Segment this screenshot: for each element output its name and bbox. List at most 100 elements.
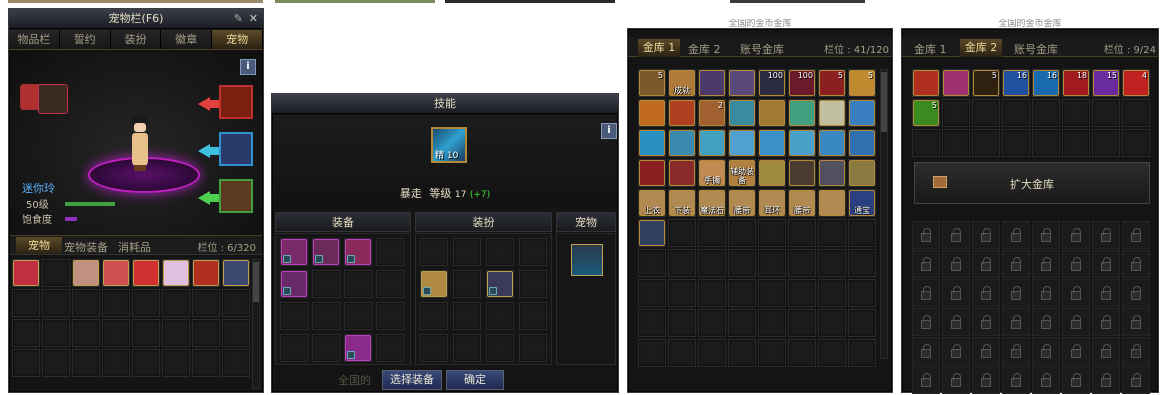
scrollbar[interactable] [880, 69, 888, 359]
vault-item-icon[interactable] [759, 100, 785, 126]
vault-item-icon[interactable] [849, 100, 875, 126]
vault-slot[interactable]: 魔法石 [698, 189, 726, 217]
inventory-slot[interactable] [12, 259, 40, 287]
scrollbar[interactable] [252, 259, 260, 389]
vault-slot[interactable] [728, 249, 756, 277]
vault-item-icon[interactable] [639, 100, 665, 126]
vault-slot[interactable] [848, 219, 876, 247]
vault-item-icon[interactable]: 5 [819, 70, 845, 96]
vault-slot[interactable] [818, 339, 846, 367]
vault-item-icon[interactable] [819, 100, 845, 126]
vault-slot[interactable] [668, 99, 696, 127]
vault-slot[interactable] [668, 249, 696, 277]
equip-slot-armor[interactable] [219, 132, 253, 166]
vault-slot[interactable] [972, 129, 1000, 157]
vault-slot[interactable] [758, 339, 786, 367]
inventory-slot[interactable] [102, 319, 130, 347]
vault-slot[interactable] [1062, 99, 1090, 127]
vault-slot[interactable] [758, 99, 786, 127]
vault-slot[interactable] [788, 309, 816, 337]
subtab-pet-equipment[interactable]: 宠物装备 [64, 239, 108, 255]
vault-slot[interactable] [1122, 99, 1150, 127]
vault-slot[interactable] [728, 219, 756, 247]
vault-slot[interactable] [1002, 129, 1030, 157]
vault-slot[interactable]: 18 [1062, 69, 1090, 97]
vault-item-icon[interactable]: 5 [639, 70, 665, 96]
vault-item-icon[interactable] [669, 100, 695, 126]
vault-slot[interactable] [1092, 129, 1120, 157]
vault-slot[interactable] [728, 99, 756, 127]
vault-item-icon[interactable] [819, 190, 845, 216]
avatar-slot[interactable] [486, 270, 514, 298]
vault-slot[interactable] [942, 99, 970, 127]
vault-slot[interactable] [818, 219, 846, 247]
vault-slot[interactable]: 5 [912, 99, 940, 127]
pet-item-icon[interactable] [193, 260, 219, 286]
subtab-consumables[interactable]: 消耗品 [118, 239, 151, 255]
vault-item-icon[interactable] [639, 130, 665, 156]
vault-slot[interactable] [818, 159, 846, 187]
equip-slot[interactable] [312, 238, 340, 266]
vault-slot[interactable] [848, 99, 876, 127]
inventory-slot[interactable] [192, 259, 220, 287]
vault-slot[interactable] [788, 129, 816, 157]
avatar-slot[interactable] [486, 238, 514, 266]
vault-slot[interactable] [668, 279, 696, 307]
vault-slot[interactable] [698, 339, 726, 367]
vault-slot[interactable] [788, 99, 816, 127]
vault-slot[interactable] [668, 219, 696, 247]
expand-vault-button[interactable]: 扩大金库 [914, 162, 1150, 204]
vault-item-icon[interactable] [639, 160, 665, 186]
avatar-slot[interactable] [486, 334, 514, 362]
inventory-slot[interactable] [132, 289, 160, 317]
equipment-icon[interactable] [281, 271, 307, 297]
vault-slot[interactable] [698, 309, 726, 337]
tab-account-vault[interactable]: 账号金库 [740, 41, 784, 57]
info-icon[interactable]: i [601, 123, 617, 139]
inventory-slot[interactable] [72, 349, 100, 377]
vault-slot[interactable] [1062, 129, 1090, 157]
vault-slot[interactable] [818, 189, 846, 217]
vault-item-icon[interactable] [849, 160, 875, 186]
pin-icon[interactable]: ✎ [234, 9, 243, 28]
vault-slot[interactable]: 成就 [668, 69, 696, 97]
vault-slot[interactable] [818, 129, 846, 157]
vault-slot[interactable] [1002, 99, 1030, 127]
equip-slot[interactable] [376, 334, 404, 362]
confirm-button[interactable]: 确定 [446, 370, 504, 390]
inventory-slot[interactable] [42, 259, 70, 287]
vault-item-icon[interactable] [789, 100, 815, 126]
vault-slot[interactable]: 腰带 [728, 189, 756, 217]
vault-item-icon[interactable]: 通宝 [849, 190, 875, 216]
vault-slot[interactable] [942, 69, 970, 97]
equip-slot[interactable] [280, 334, 308, 362]
vault-slot[interactable] [668, 129, 696, 157]
avatar-slot[interactable] [453, 238, 481, 266]
vault-slot[interactable] [758, 129, 786, 157]
vault-slot[interactable]: 2 [698, 99, 726, 127]
vault-slot[interactable] [638, 129, 666, 157]
inventory-slot[interactable] [162, 349, 190, 377]
vault-slot[interactable]: 上衣 [638, 189, 666, 217]
vault-slot[interactable]: 5 [638, 69, 666, 97]
vault-item-icon[interactable] [639, 220, 665, 246]
equip-slot[interactable] [312, 302, 340, 330]
vault-slot[interactable]: 腰带 [788, 189, 816, 217]
inventory-slot[interactable] [192, 349, 220, 377]
vault-item-icon[interactable]: 5 [973, 70, 999, 96]
vault-slot[interactable]: 4 [1122, 69, 1150, 97]
inventory-slot[interactable] [42, 349, 70, 377]
avatar-item-icon[interactable] [487, 271, 513, 297]
vault-slot[interactable] [728, 339, 756, 367]
vault-item-icon[interactable] [729, 100, 755, 126]
scrollbar-thumb[interactable] [881, 72, 887, 132]
vault-item-icon[interactable]: 下装 [669, 190, 695, 216]
pet-equip-slot[interactable] [571, 244, 603, 276]
pet-item-icon[interactable] [73, 260, 99, 286]
vault-item-icon[interactable]: 16 [1033, 70, 1059, 96]
vault-item-icon[interactable] [819, 160, 845, 186]
pet-portrait-slot[interactable] [38, 84, 68, 114]
vault-item-icon[interactable]: 15 [1093, 70, 1119, 96]
vault-slot[interactable] [758, 159, 786, 187]
vault-slot[interactable] [728, 309, 756, 337]
